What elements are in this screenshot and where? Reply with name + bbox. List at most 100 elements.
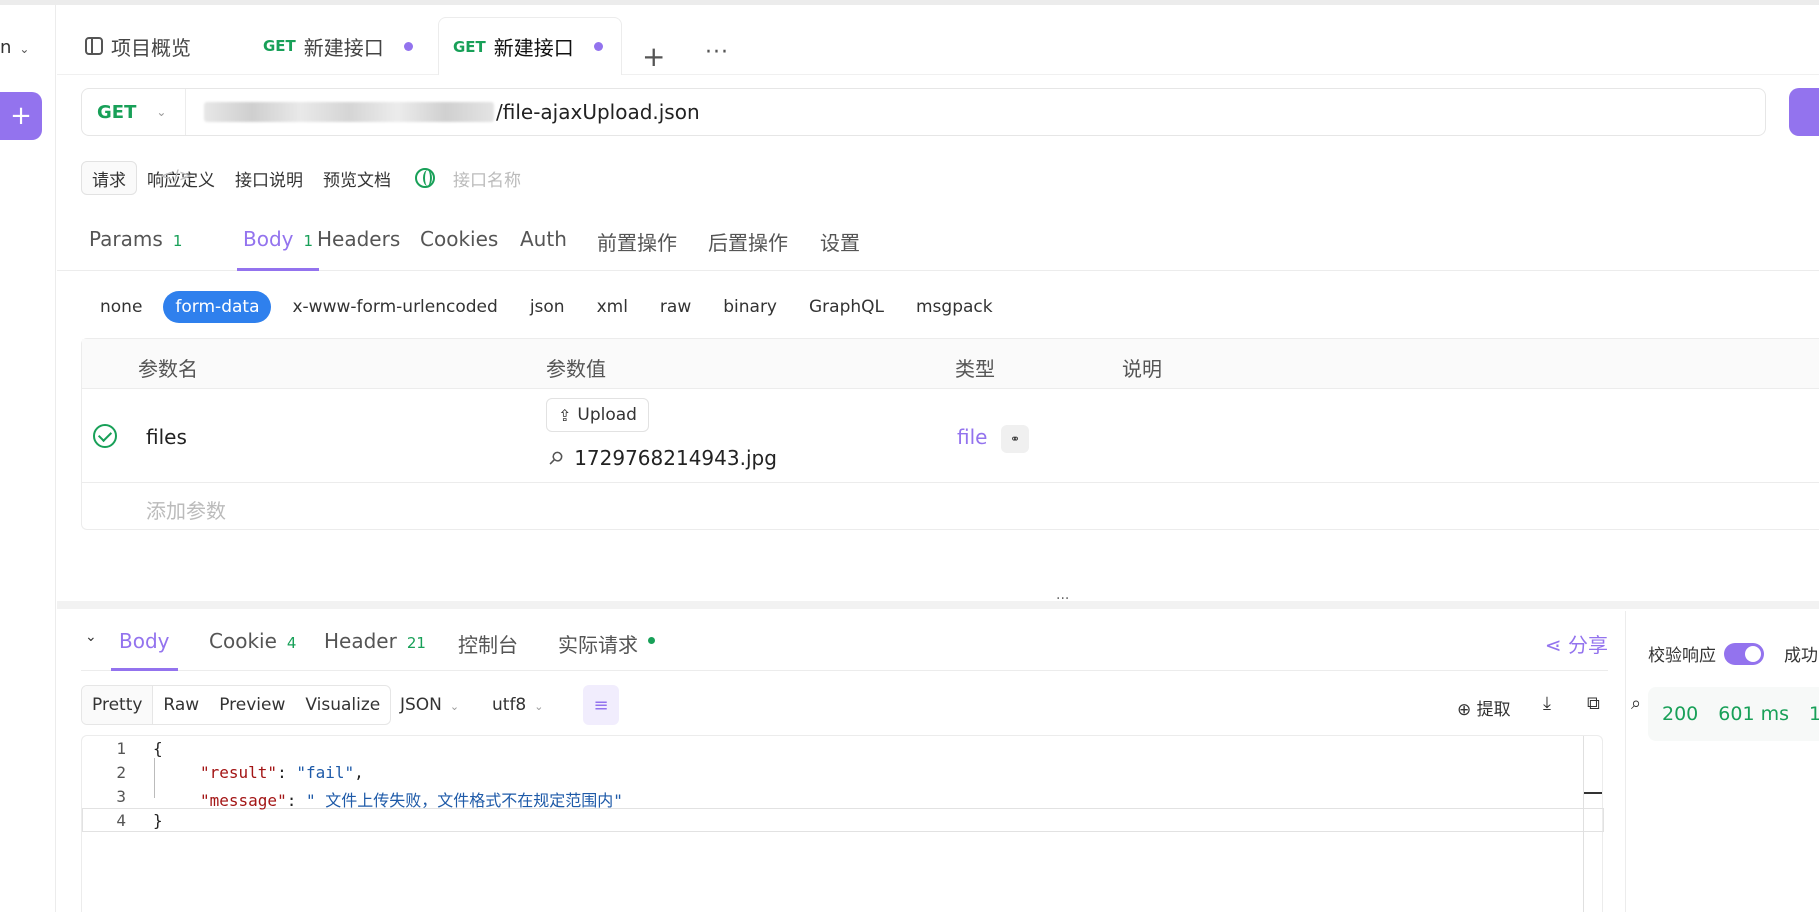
collapse-chevron-icon[interactable]: ⌄ [85,629,97,645]
enabled-check-icon[interactable] [93,424,117,448]
body-type-none[interactable]: none [89,291,153,323]
param-type-select[interactable]: file [957,425,987,449]
line-number: 4 [116,811,126,830]
code-icon: </> [160,165,193,185]
extract-button[interactable]: ⊕ 提取 [1457,695,1511,720]
line-number: 2 [116,763,126,782]
file-name: 1729768214943.jpg [574,446,777,470]
api-name-input[interactable]: 接口名称 </> [160,166,521,191]
body-type-raw[interactable]: raw [649,291,702,323]
tab-cookies[interactable]: Cookies [420,227,498,271]
view-visualize[interactable]: Visualize [295,686,390,724]
tab-count: 1 [172,232,183,250]
table-row: files ⇪ Upload ⚲ 1729768214943.jpg file ⚭ [82,389,1819,483]
response-time: 601 ms [1718,703,1789,725]
subtab-api-desc[interactable]: 接口说明 [225,161,313,195]
add-tab-button[interactable]: + [642,27,665,85]
tab-post-ops[interactable]: 后置操作 [708,227,788,271]
tab-params[interactable]: Params 1 [89,227,182,271]
resp-tab-header[interactable]: Header 21 [324,629,426,671]
globe-icon[interactable] [415,168,435,188]
tab-label: Params [89,227,163,251]
param-name[interactable]: files [146,425,187,449]
url-input[interactable]: /file-ajaxUpload.json [204,89,700,135]
url-redacted [204,102,494,122]
chevron-down-icon: ⌄ [19,42,30,56]
wrap-lines-icon[interactable]: ≡ [583,685,619,725]
tab-auth[interactable]: Auth [520,227,567,271]
tab-headers[interactable]: Headers [317,227,400,271]
response-size: 1. [1808,703,1819,725]
response-code-editor[interactable]: 1 2 3 4 { "result": "fail", "message": "… [81,735,1604,912]
main-panel: 项目概览 GET 新建接口 GET 新建接口 + ··· GET ⌄ /file-… [57,5,1819,912]
tab-body[interactable]: Body 1 [237,227,320,271]
tab-pre-ops[interactable]: 前置操作 [597,227,677,271]
panel-splitter[interactable]: ··· [57,591,1819,609]
download-icon[interactable]: ⤓ [1543,693,1551,714]
validate-toggle[interactable] [1724,642,1764,665]
copy-icon[interactable]: ⧉ [1587,693,1600,714]
view-preview[interactable]: Preview [209,686,295,724]
col-name-header: 参数名 [138,357,198,381]
line-number: 3 [116,787,126,806]
link-settings-icon[interactable]: ⚭ [1001,425,1029,453]
upload-label: Upload [577,405,637,425]
body-type-urlencoded[interactable]: x-www-form-urlencoded [281,291,508,323]
share-label: 分享 [1568,633,1608,657]
body-type-graphql[interactable]: GraphQL [798,291,895,323]
share-button[interactable]: ⋖ 分享 [1545,629,1608,658]
response-panel: ⌄ Body Cookie 4 Header 21 控制台 实际请求 ⋖ 分享 Pr… [57,611,1819,912]
tab-new-api-1[interactable]: GET 新建接口 [263,17,413,75]
view-raw[interactable]: Raw [153,686,209,724]
editor-scrollbar[interactable] [1583,736,1584,912]
params-table: 参数名 参数值 类型 说明 files ⇪ Upload ⚲ 17297682149… [81,338,1819,530]
col-desc-header: 说明 [1122,357,1162,381]
tab-new-api-2[interactable]: GET 新建接口 [438,17,622,75]
tab-label: 新建接口 [303,35,384,60]
body-type-json[interactable]: json [519,291,576,323]
add-param-input[interactable]: 添加参数 [146,495,226,524]
json-key: "result" [200,763,278,782]
response-tabs: ⌄ Body Cookie 4 Header 21 控制台 实际请求 ⋖ 分享 [81,611,1608,671]
validate-label: 校验响应 [1648,646,1716,666]
tab-bar: 项目概览 GET 新建接口 GET 新建接口 + ··· [57,5,1819,75]
method-label: GET [97,101,137,123]
view-pretty[interactable]: Pretty [82,686,154,724]
subtab-request[interactable]: 请求 [81,161,137,195]
validate-response: 校验响应 成功 [1648,641,1818,666]
uploaded-file[interactable]: ⚲ 1729768214943.jpg [544,446,777,470]
new-item-button[interactable]: + [0,92,42,140]
resp-tab-body[interactable]: Body [111,629,178,671]
format-select[interactable]: JSON ⌄ [400,695,459,715]
more-tabs-button[interactable]: ··· [705,23,729,81]
method-select[interactable]: GET ⌄ [82,89,186,135]
workspace-switcher[interactable]: n ⌄ [0,37,29,58]
tab-project-overview[interactable]: 项目概览 [85,17,191,75]
body-type-form-data[interactable]: form-data [163,291,272,323]
response-toolbar: Pretty Raw Preview Visualize JSON ⌄ utf8 ⌄… [81,685,1641,727]
unsaved-dot-icon [403,41,413,51]
scroll-marker [1584,792,1602,794]
chevron-down-icon: ⌄ [156,105,167,119]
resp-tab-cookie[interactable]: Cookie 4 [209,629,296,671]
code-line: "message": " 文件上传失败，文件格式不在规定范围内" [200,791,623,810]
doc-subtabs: 请求 响应定义 接口说明 预览文档 接口名称 </> [81,160,521,196]
body-type-xml[interactable]: xml [586,291,639,323]
chevron-down-icon: ⌄ [449,700,460,713]
body-type-msgpack[interactable]: msgpack [905,291,1004,323]
status-code: 200 [1662,703,1699,725]
subtab-preview-doc[interactable]: 预览文档 [313,161,401,195]
current-line-highlight [82,808,1604,832]
unsaved-dot-icon [593,42,603,51]
body-type-binary[interactable]: binary [712,291,788,323]
encoding-select[interactable]: utf8 ⌄ [492,695,543,715]
tab-count: 21 [406,634,426,652]
tab-label: 实际请求 [558,633,638,657]
tab-label: Body [243,227,294,251]
tab-settings[interactable]: 设置 [820,227,860,271]
resp-tab-actual-request[interactable]: 实际请求 [558,629,655,671]
upload-button[interactable]: ⇪ Upload [546,398,649,432]
resp-tab-console[interactable]: 控制台 [458,629,518,671]
send-button[interactable] [1789,88,1819,136]
extract-icon: ⊕ [1457,700,1472,720]
